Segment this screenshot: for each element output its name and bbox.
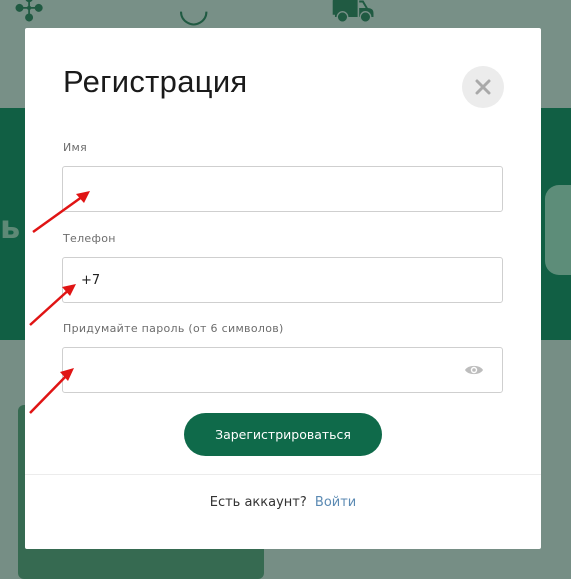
password-input[interactable] [63,348,502,392]
modal-title: Регистрация [63,64,248,99]
registration-modal: Регистрация Имя Телефон Придумайте парол… [25,28,541,549]
divider [25,474,541,475]
register-button[interactable]: Зарегистрироваться [184,413,382,456]
close-icon [475,79,491,95]
phone-input[interactable] [63,258,502,302]
eye-icon[interactable] [464,363,484,377]
password-field[interactable] [62,347,503,393]
login-prompt-text: Есть аккаунт? [209,495,307,510]
close-button[interactable] [462,66,504,108]
login-link[interactable]: Войти [315,495,356,510]
page: ✣ ◡ ⛟ ь Регистрация Имя Телефон Придумай… [0,0,571,579]
phone-field[interactable] [62,257,503,303]
login-prompt: Есть аккаунт? Войти [25,495,541,510]
password-label: Придумайте пароль (от 6 символов) [63,322,284,335]
name-field[interactable] [62,166,503,212]
name-label: Имя [63,141,88,154]
phone-label: Телефон [63,232,116,245]
name-input[interactable] [63,167,502,211]
